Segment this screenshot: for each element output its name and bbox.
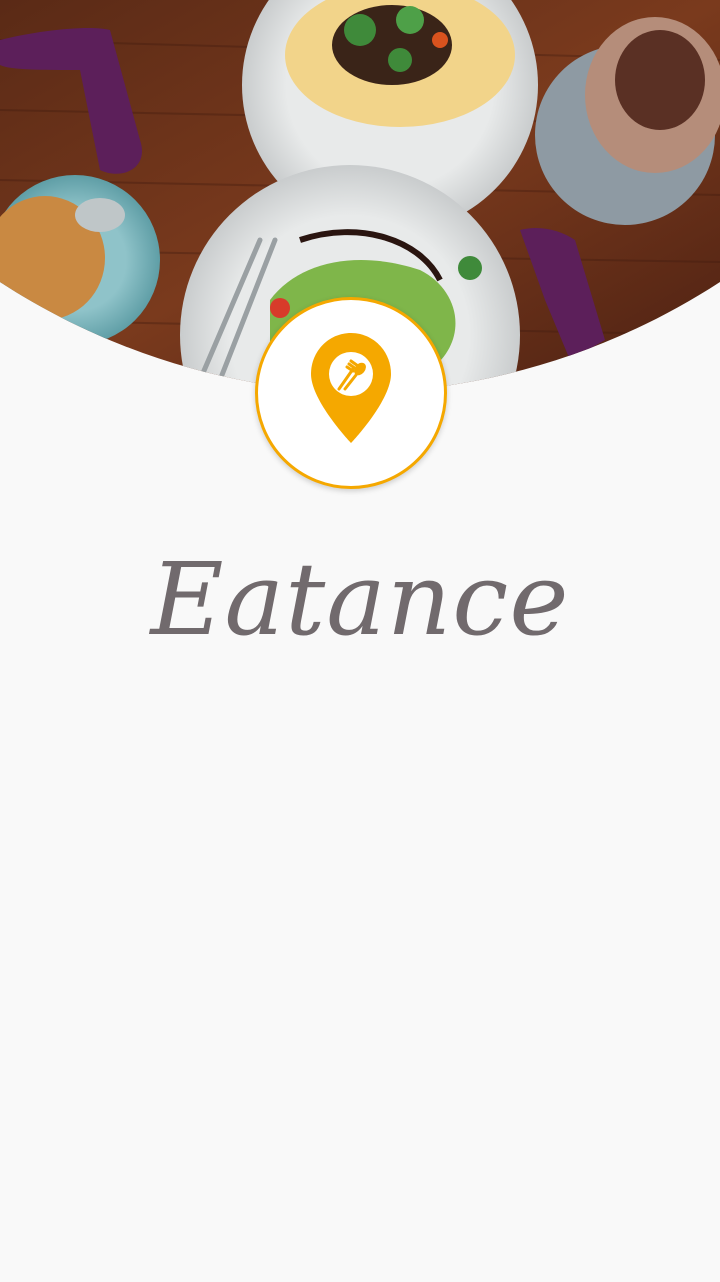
app-logo-badge [255, 297, 447, 489]
location-pin-fork-spoon-icon [311, 333, 391, 443]
app-name-title: Eatance [150, 541, 570, 658]
